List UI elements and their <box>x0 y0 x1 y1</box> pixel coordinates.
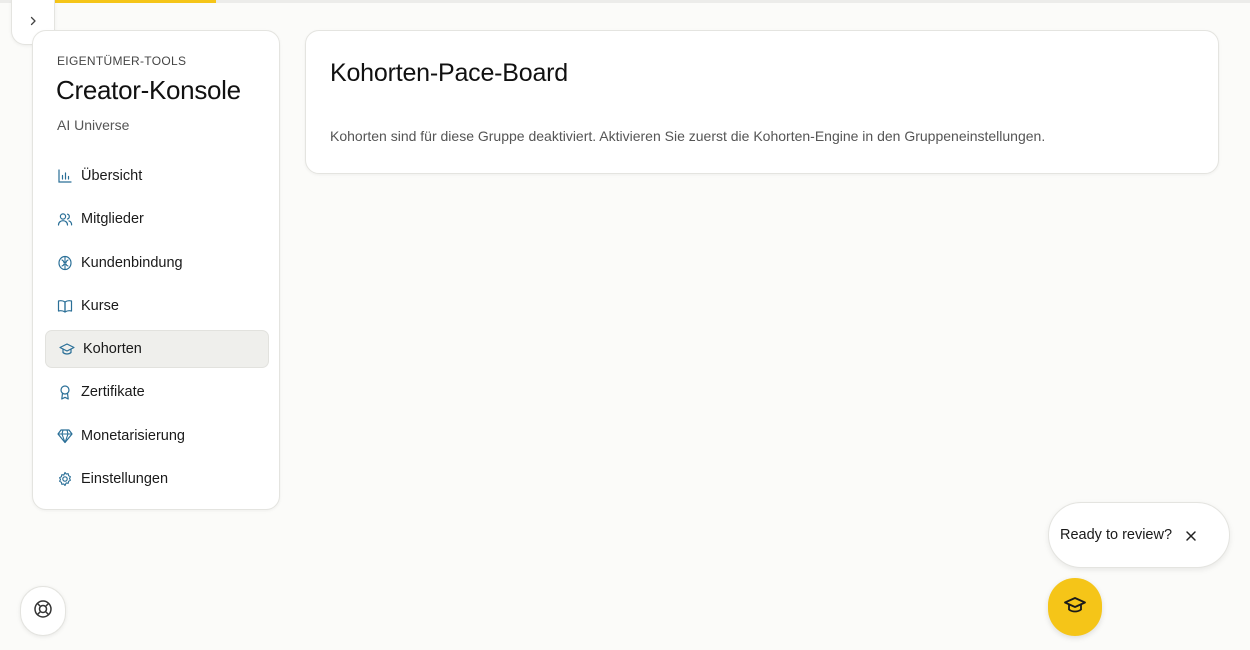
graduation-cap-icon <box>58 341 75 358</box>
creator-console-sidebar: EIGENTÜMER-TOOLS Creator-Konsole AI Univ… <box>32 30 280 510</box>
sidebar-item-zertifikate[interactable]: Zertifikate <box>45 373 269 411</box>
top-progress-track <box>0 0 1250 3</box>
sidebar-item-mitglieder[interactable]: Mitglieder <box>45 200 269 238</box>
review-fab-button[interactable] <box>1048 578 1102 636</box>
graduation-cap-icon <box>1063 593 1087 622</box>
sidebar-item-kundenbindung[interactable]: Kundenbindung <box>45 244 269 282</box>
sidebar-item-uebersicht[interactable]: Übersicht <box>45 157 269 195</box>
sidebar-eyebrow: EIGENTÜMER-TOOLS <box>57 54 187 68</box>
cohorts-disabled-message: Kohorten sind für diese Gruppe deaktivie… <box>330 128 1046 144</box>
brain-icon <box>56 254 73 271</box>
group-name: AI Universe <box>57 117 130 133</box>
sidebar-item-kohorten[interactable]: Kohorten <box>45 330 269 369</box>
sidebar-item-monetarisierung[interactable]: Monetarisierung <box>45 417 269 455</box>
sidebar-item-label: Kohorten <box>83 341 142 358</box>
sidebar-item-label: Mitglieder <box>81 211 144 228</box>
page-title: Kohorten-Pace-Board <box>330 59 569 87</box>
sidebar-item-label: Kundenbindung <box>81 254 183 271</box>
review-prompt-text: Ready to review? <box>1060 527 1173 543</box>
sidebar-item-kurse[interactable]: Kurse <box>45 287 269 325</box>
gem-icon <box>56 427 73 444</box>
sidebar-item-label: Einstellungen <box>81 471 169 488</box>
sidebar-item-label: Übersicht <box>81 168 143 184</box>
cohort-pace-board-card: Kohorten-Pace-Board Kohorten sind für di… <box>305 30 1219 174</box>
sidebar-item-label: Kurse <box>81 297 119 314</box>
sidebar-title: Creator-Konsole <box>56 75 241 105</box>
sidebar-item-label: Zertifikate <box>81 384 145 401</box>
sidebar-item-label: Monetarisierung <box>81 427 185 444</box>
sidebar-item-einstellungen[interactable]: Einstellungen <box>45 460 269 498</box>
book-open-icon <box>56 297 73 314</box>
sidebar-nav: Übersicht Mitglieder Kundenbindung Kurse… <box>45 157 269 503</box>
lifebuoy-icon <box>33 599 53 624</box>
gear-icon <box>56 471 73 488</box>
help-button[interactable] <box>20 586 66 636</box>
review-prompt: Ready to review? <box>1048 502 1230 568</box>
close-icon[interactable] <box>1179 524 1203 548</box>
users-icon <box>56 211 73 228</box>
chevron-right-icon <box>28 13 38 31</box>
award-icon <box>56 384 73 401</box>
bar-chart-icon <box>56 168 73 185</box>
